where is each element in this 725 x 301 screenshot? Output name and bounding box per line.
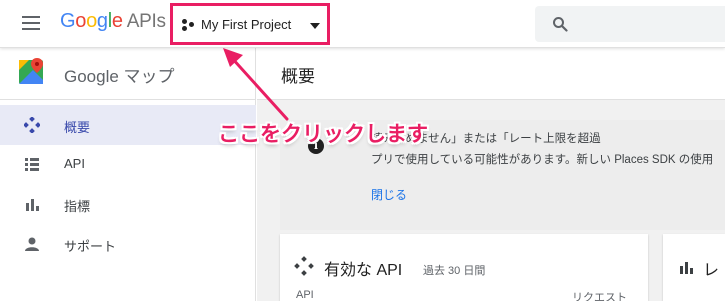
top-bar: Google APIs My First Project [0,0,725,48]
project-name: My First Project [201,17,292,32]
sidebar-item-label: API [64,156,85,171]
project-selector[interactable]: My First Project [170,3,330,45]
logo-letter: e [111,10,123,32]
card-title: 有効な API [324,262,403,279]
column-header-requests: リクエスト [572,292,627,301]
logo-letter: o [75,10,87,32]
person-icon [25,237,39,251]
sidebar-item-support[interactable]: サポート [0,224,256,264]
bar-chart-icon [26,199,39,211]
logo-letter: g [96,10,108,32]
overview-diamond-icon [24,117,40,133]
metrics-card: レ [663,234,725,301]
google-apis-logo[interactable]: Google APIs [60,10,166,33]
bar-chart-icon [680,262,693,274]
project-icon [182,19,196,31]
card-subtitle: 過去 30 日間 [423,265,486,277]
sidebar-item-label: サポート [64,239,117,254]
main-content: 概要 i 読み込めません」または「レート上限を超過 プリで使用している可能性があ… [257,48,725,301]
caret-down-icon [310,23,320,29]
logo-letter: o [86,10,97,32]
api-title: Google マップ [64,67,175,86]
sidebar-item-metrics[interactable]: 指標 [0,184,256,224]
sidebar-item-label: 指標 [64,199,91,214]
enabled-apis-card: 有効な API 過去 30 日間 API リクエスト [280,234,648,301]
card-title: レ [703,262,720,279]
google-maps-icon [19,58,43,84]
list-icon [25,158,39,171]
page-title-bar: 概要 [257,48,725,100]
sidebar-item-api[interactable]: API [0,144,256,184]
menu-icon[interactable] [22,16,40,30]
search-bar[interactable] [535,6,725,42]
notice-text: プリで使用している可能性があります。新しい Places SDK の使用 [371,154,714,166]
search-icon [553,17,568,32]
sidebar-item-label: 概要 [64,120,91,135]
overview-diamond-icon [294,256,314,276]
logo-letter: G [60,10,76,32]
close-notice-link[interactable]: 閉じる [371,186,407,203]
logo-apis-text: APIs [126,11,166,32]
annotation-callout: ここをクリックします [218,123,428,146]
column-header-api: API [296,289,314,301]
